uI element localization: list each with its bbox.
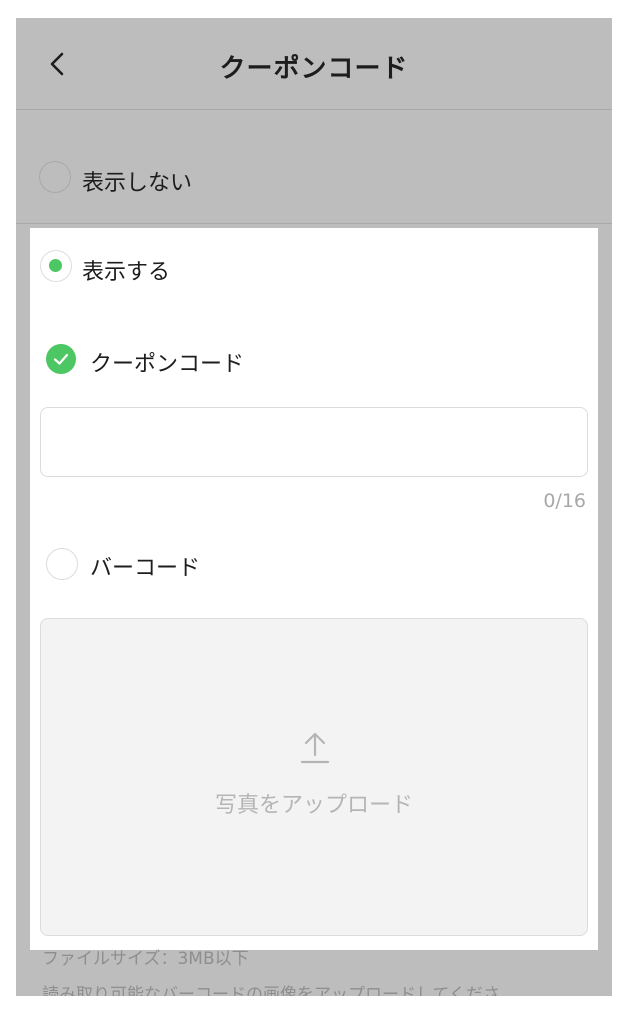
char-counter: 0/16	[543, 490, 586, 512]
readable-note: 読み取り可能なバーコードの画像をアップロードしてくださ	[42, 985, 500, 996]
show-options-panel: 表示する クーポンコード 0/16 バーコード 写真をアップロード	[30, 228, 598, 950]
barcode-label: バーコード	[90, 556, 201, 581]
option-hide[interactable]: 表示しない	[16, 138, 612, 224]
hide-label: 表示しない	[82, 171, 193, 196]
header-bar: クーポンコード	[16, 18, 612, 110]
coupon-code-label: クーポンコード	[90, 352, 245, 377]
photo-upload-area[interactable]: 写真をアップロード	[40, 618, 588, 936]
hide-radio[interactable]	[39, 161, 71, 193]
coupon-settings-screen: クーポンコード 表示しない 表示する クーポンコード 0/16 バーコード 写真…	[16, 18, 612, 996]
show-radio[interactable]	[40, 250, 72, 282]
file-size-note: ファイルサイズ：3MB以下	[42, 949, 249, 969]
page-title: クーポンコード	[219, 54, 409, 84]
barcode-radio[interactable]	[46, 548, 78, 580]
upload-arrow-icon	[300, 732, 330, 764]
upload-label: 写真をアップロード	[214, 793, 413, 818]
coupon-code-input[interactable]	[40, 407, 588, 477]
show-label: 表示する	[82, 260, 171, 285]
check-circle-icon[interactable]	[46, 344, 76, 374]
